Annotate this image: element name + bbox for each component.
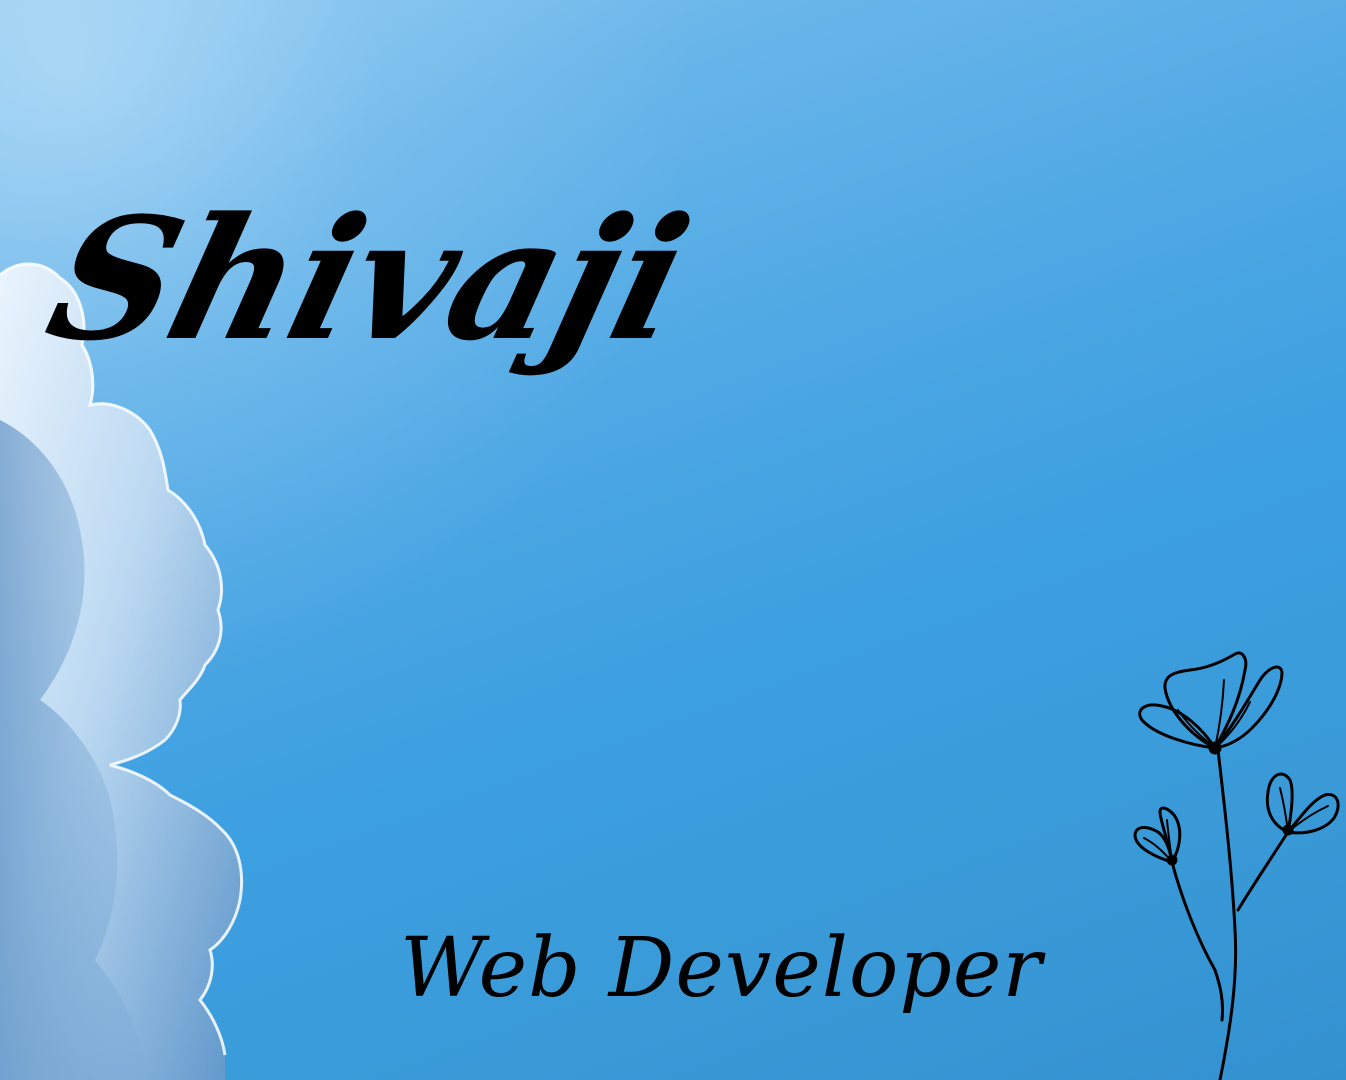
role-subtitle: Web Developer: [400, 921, 1043, 1016]
flower-top-petal-right: [1213, 665, 1284, 750]
flower-right-stem: [1236, 830, 1290, 912]
flower-top-center: [1208, 741, 1222, 755]
flower-line-art-icon: [1133, 651, 1340, 1080]
flower-right-petal-a: [1265, 772, 1294, 834]
flower-main-stem: [1216, 748, 1238, 1080]
banner-canvas: Shivaji Web Developer: [0, 0, 1346, 1080]
name-title: Shivaji: [31, 180, 706, 378]
flower-right-center: [1282, 824, 1294, 836]
flower-left-center: [1166, 854, 1178, 866]
flower-left-stem: [1170, 860, 1224, 1022]
